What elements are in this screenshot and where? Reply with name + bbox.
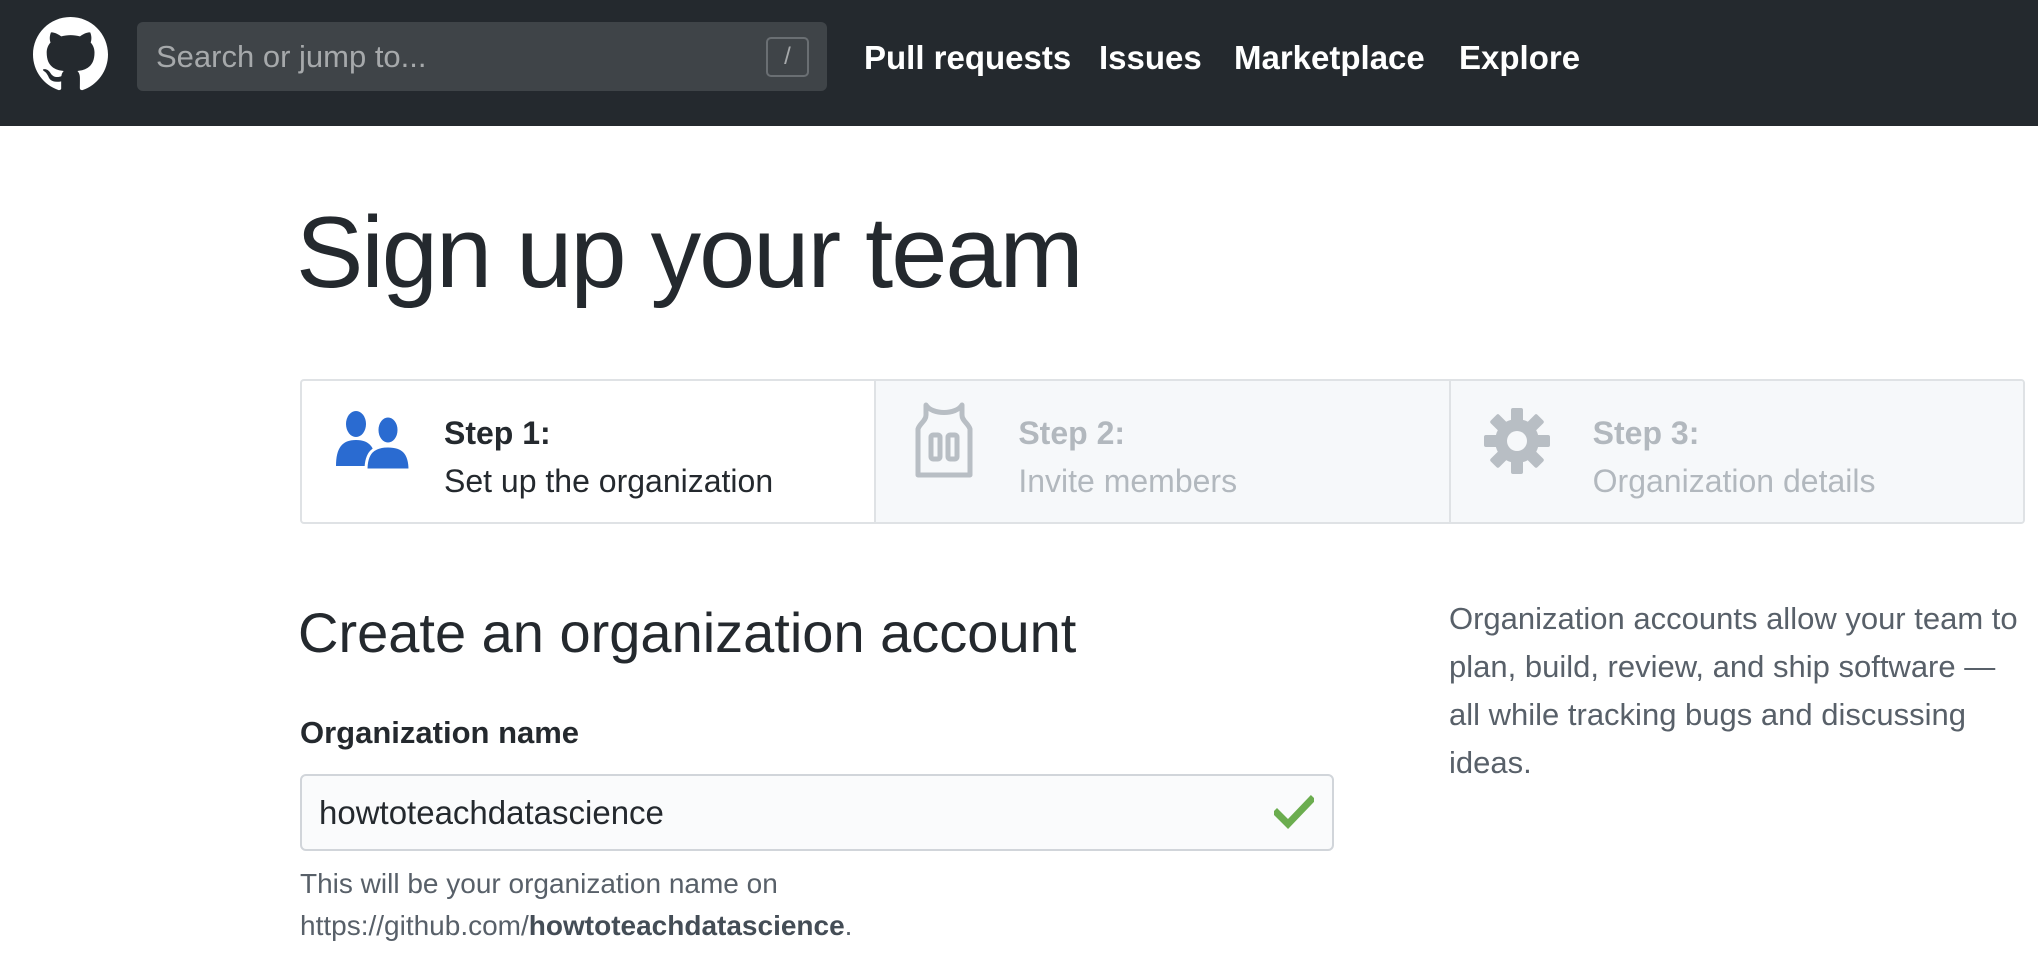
step-2-description: Invite members [1018,463,1238,499]
org-name-helper: This will be your organization name on h… [300,863,852,947]
step-1-title: Step 1: [444,415,551,451]
search-input[interactable]: Search or jump to... [156,22,427,91]
step-3-description: Organization details [1592,463,1876,499]
search-box[interactable]: Search or jump to... / [137,22,827,91]
helper-text: This will be your organization name on [300,868,778,899]
github-logo-icon[interactable] [33,17,108,92]
page-title: Sign up your team [296,197,1084,309]
jersey-icon [915,402,973,478]
helper-url-name: howtoteachdatascience [528,910,845,941]
search-shortcut-key: / [766,37,809,77]
org-accounts-description: Organization accounts allow your team to… [1449,601,2018,780]
check-icon [1274,795,1314,830]
nav-explore[interactable]: Explore [1459,0,1580,115]
step-3-title: Step 3: [1592,415,1700,451]
step-1-description: Set up the organization [444,463,774,499]
gear-icon [1483,408,1550,474]
step-2: Step 2: Invite members [874,381,1449,522]
nav-issues[interactable]: Issues [1099,0,1202,115]
signup-steps: Step 1: Set up the organization Step 2: … [300,379,2025,524]
helper-url: https://github.com/howtoteachdatascience… [300,905,852,947]
step-2-text: Step 2: Invite members [1018,409,1237,505]
step-1-text: Step 1: Set up the organization [444,409,773,505]
org-name-field[interactable] [300,774,1334,851]
org-name-input[interactable] [319,776,1219,849]
step-2-title: Step 2: [1018,415,1126,451]
helper-url-suffix: . [844,910,853,941]
step-3: Step 3: Organization details [1448,381,2023,522]
people-icon [336,411,412,470]
step-1: Step 1: Set up the organization [302,381,874,522]
nav-pull-requests[interactable]: Pull requests [864,0,1071,115]
section-title: Create an organization account [298,601,1077,664]
helper-url-base: https://github.com/ [300,910,529,941]
org-name-label: Organization name [300,715,580,750]
step-3-text: Step 3: Organization details [1593,409,1876,505]
nav-marketplace[interactable]: Marketplace [1234,0,1425,115]
global-header: Search or jump to... / Pull requests Iss… [0,0,2038,126]
